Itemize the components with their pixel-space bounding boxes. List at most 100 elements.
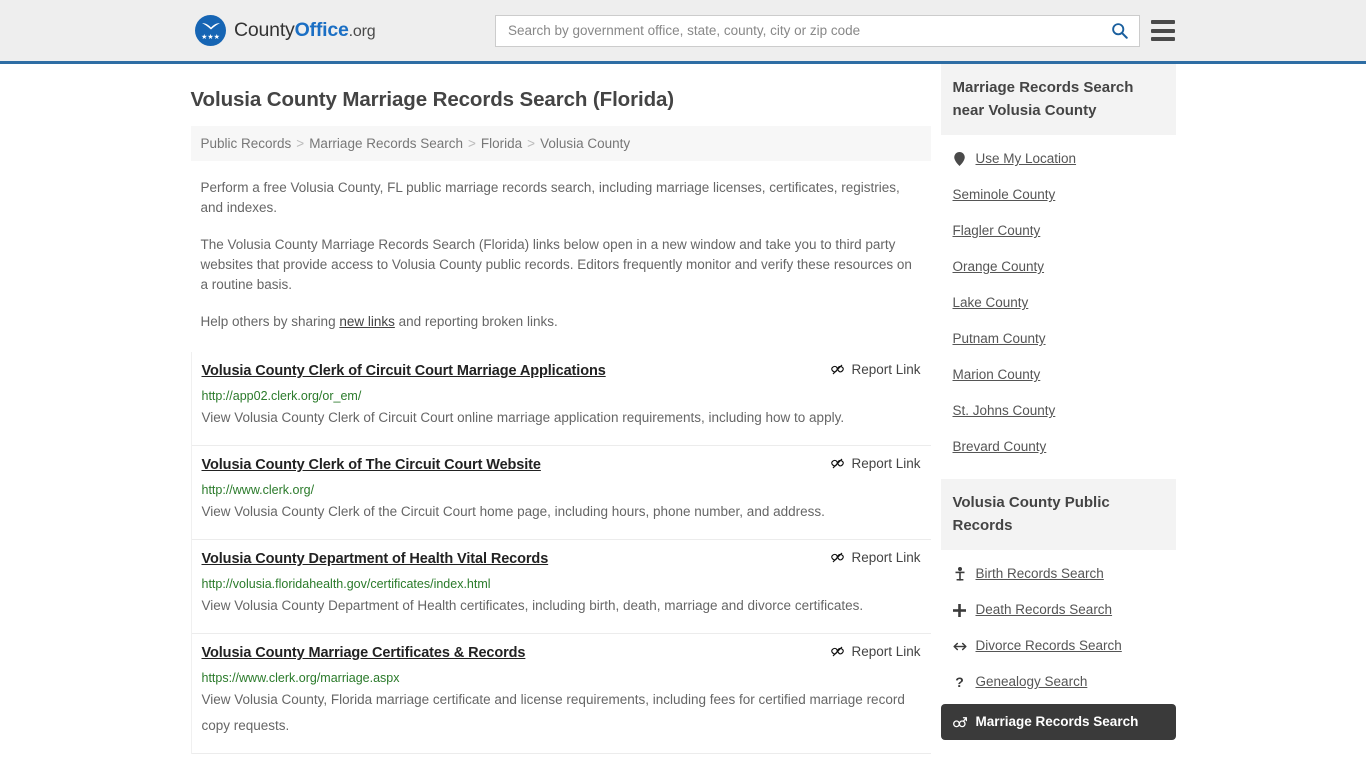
report-link-label: Report Link xyxy=(851,362,921,377)
sidebar-panel-nearby: Marriage Records Search near Volusia Cou… xyxy=(940,64,1176,465)
logo-text-org: .org xyxy=(348,23,376,40)
result-url[interactable]: http://volusia.floridahealth.gov/certifi… xyxy=(202,576,921,592)
sidebar-item-label: Marion County xyxy=(952,367,1041,382)
sidebar-item-lake-county[interactable]: Lake County xyxy=(941,285,1176,321)
sidebar-panel-public-records: Volusia County Public Records Birth Reco… xyxy=(940,479,1176,740)
broken-link-icon xyxy=(831,458,845,469)
result-header: Volusia County Clerk of The Circuit Cour… xyxy=(202,456,921,475)
sidebar-item-label: Birth Records Search xyxy=(975,566,1104,581)
hamburger-menu-icon[interactable] xyxy=(1151,20,1175,41)
breadcrumb-item-volusia-county[interactable]: Volusia County xyxy=(540,136,630,151)
sidebar-item-use-my-location[interactable]: Use My Location xyxy=(941,141,1176,177)
question-mark-icon: ? xyxy=(955,674,964,690)
breadcrumb-item-public-records[interactable]: Public Records xyxy=(201,136,292,151)
result-title-link[interactable]: Volusia County Marriage Certificates & R… xyxy=(202,644,526,663)
result-header: Volusia County Marriage Certificates & R… xyxy=(202,644,921,663)
sidebar-item-birth-records-search[interactable]: Birth Records Search xyxy=(941,556,1176,592)
site-logo-text: CountyOffice.org xyxy=(234,19,376,42)
sidebar-item-label: St. Johns County xyxy=(952,403,1056,418)
search-input[interactable] xyxy=(496,15,1099,46)
sidebar-item-label: Genealogy Search xyxy=(975,674,1088,689)
cross-icon xyxy=(953,603,967,617)
result-header: Volusia County Clerk of Circuit Court Ma… xyxy=(202,362,921,381)
hamburger-bar xyxy=(1151,37,1175,41)
breadcrumb-item-florida[interactable]: Florida xyxy=(481,136,522,151)
breadcrumb: Public Records > Marriage Records Search > F… xyxy=(190,126,931,161)
sidebar-item-divorce-records-search[interactable]: Divorce Records Search xyxy=(941,628,1176,664)
logo-text-county: County xyxy=(234,19,295,41)
report-link-label: Report Link xyxy=(851,550,921,565)
new-links-link[interactable]: new links xyxy=(339,314,395,329)
sidebar-item-genealogy-search[interactable]: ? Genealogy Search xyxy=(941,664,1176,700)
broken-link-icon xyxy=(831,552,845,563)
intro-text-after: and reporting broken links. xyxy=(394,314,558,329)
report-link-label: Report Link xyxy=(851,644,921,659)
logo-text-office: Office xyxy=(294,19,349,41)
broken-link-icon xyxy=(831,646,845,657)
sidebar-heading-nearby: Marriage Records Search near Volusia Cou… xyxy=(940,64,1176,135)
page-title: Volusia County Marriage Records Search (… xyxy=(190,88,675,111)
report-link-label: Report Link xyxy=(851,456,921,471)
eagle-shield-logo-icon: ★★★ xyxy=(195,15,226,46)
report-link-button[interactable]: Report Link xyxy=(830,362,921,377)
result-url[interactable]: https://www.clerk.org/marriage.aspx xyxy=(202,670,921,686)
sidebar-item-putnam-county[interactable]: Putnam County xyxy=(941,321,1176,357)
result-description: View Volusia County, Florida marriage ce… xyxy=(201,692,905,733)
baby-icon xyxy=(953,567,967,581)
intro-text-before: Help others by sharing xyxy=(200,314,340,329)
site-logo[interactable]: ★★★ CountyOffice.org xyxy=(195,15,376,46)
main-column: Volusia County Marriage Records Search (… xyxy=(190,64,931,754)
breadcrumb-separator: > xyxy=(468,136,476,151)
report-link-button[interactable]: Report Link xyxy=(830,456,921,471)
sidebar-item-label: Use My Location xyxy=(975,151,1077,166)
search-button[interactable] xyxy=(1099,16,1139,46)
result-url[interactable]: http://app02.clerk.org/or_em/ xyxy=(202,388,921,404)
sidebar-item-label: Flagler County xyxy=(952,223,1041,238)
sidebar-item-marriage-records-search[interactable]: Marriage Records Search xyxy=(940,704,1176,740)
content-container: Volusia County Marriage Records Search (… xyxy=(190,64,1176,754)
sidebar-item-label: Divorce Records Search xyxy=(975,638,1122,653)
search-bar[interactable] xyxy=(495,14,1140,47)
result-item: Volusia County Clerk of Circuit Court Ma… xyxy=(191,352,931,446)
results-list: Volusia County Clerk of Circuit Court Ma… xyxy=(190,352,931,754)
result-title-link[interactable]: Volusia County Clerk of Circuit Court Ma… xyxy=(202,362,606,381)
result-description: View Volusia County Department of Health… xyxy=(201,598,864,613)
result-title-link[interactable]: Volusia County Department of Health Vita… xyxy=(202,550,549,569)
sidebar-item-label: Death Records Search xyxy=(975,602,1113,617)
intro-paragraph-1: Perform a free Volusia County, FL public… xyxy=(200,180,900,215)
sidebar-item-marion-county[interactable]: Marion County xyxy=(941,357,1176,393)
sidebar-public-records-list: Birth Records Search Death Records Searc… xyxy=(940,550,1176,740)
breadcrumb-separator: > xyxy=(527,136,536,151)
result-url[interactable]: http://www.clerk.org/ xyxy=(202,482,921,498)
report-link-button[interactable]: Report Link xyxy=(830,550,921,565)
intro-paragraph-2: The Volusia County Marriage Records Sear… xyxy=(200,237,912,292)
search-icon xyxy=(1111,23,1128,39)
sidebar-item-label: Brevard County xyxy=(952,439,1047,454)
broken-link-icon xyxy=(831,364,845,375)
result-title-link[interactable]: Volusia County Clerk of The Circuit Cour… xyxy=(202,456,541,475)
sidebar-item-brevard-county[interactable]: Brevard County xyxy=(941,429,1176,465)
eagle-wing-icon xyxy=(201,23,220,30)
breadcrumb-item-marriage-records-search[interactable]: Marriage Records Search xyxy=(309,136,463,151)
sidebar-item-label: Seminole County xyxy=(952,187,1056,202)
result-item: Volusia County Department of Health Vita… xyxy=(191,540,931,634)
hamburger-bar xyxy=(1151,20,1175,24)
report-link-button[interactable]: Report Link xyxy=(830,644,921,659)
breadcrumb-separator: > xyxy=(296,136,305,151)
result-item: Volusia County Marriage Certificates & R… xyxy=(191,634,931,754)
sidebar-item-seminole-county[interactable]: Seminole County xyxy=(941,177,1176,213)
intro-paragraph-3: Help others by sharing new links and rep… xyxy=(201,312,921,332)
sidebar-item-death-records-search[interactable]: Death Records Search xyxy=(941,592,1176,628)
logo-stars: ★★★ xyxy=(201,34,220,41)
sidebar-item-st-johns-county[interactable]: St. Johns County xyxy=(941,393,1176,429)
result-description: View Volusia County Clerk of the Circuit… xyxy=(201,504,825,519)
sidebar-item-label: Orange County xyxy=(952,259,1045,274)
sidebar-item-flagler-county[interactable]: Flagler County xyxy=(941,213,1176,249)
left-right-arrow-icon xyxy=(952,641,967,652)
site-header: ★★★ CountyOffice.org xyxy=(0,0,1366,64)
sidebar-heading-public-records: Volusia County Public Records xyxy=(940,479,1176,550)
sidebar-nearby-list: Use My Location Seminole County Flagler … xyxy=(941,135,1176,465)
sidebar-item-label: Lake County xyxy=(952,295,1029,310)
sidebar-item-orange-county[interactable]: Orange County xyxy=(941,249,1176,285)
venus-mars-icon xyxy=(952,716,967,729)
